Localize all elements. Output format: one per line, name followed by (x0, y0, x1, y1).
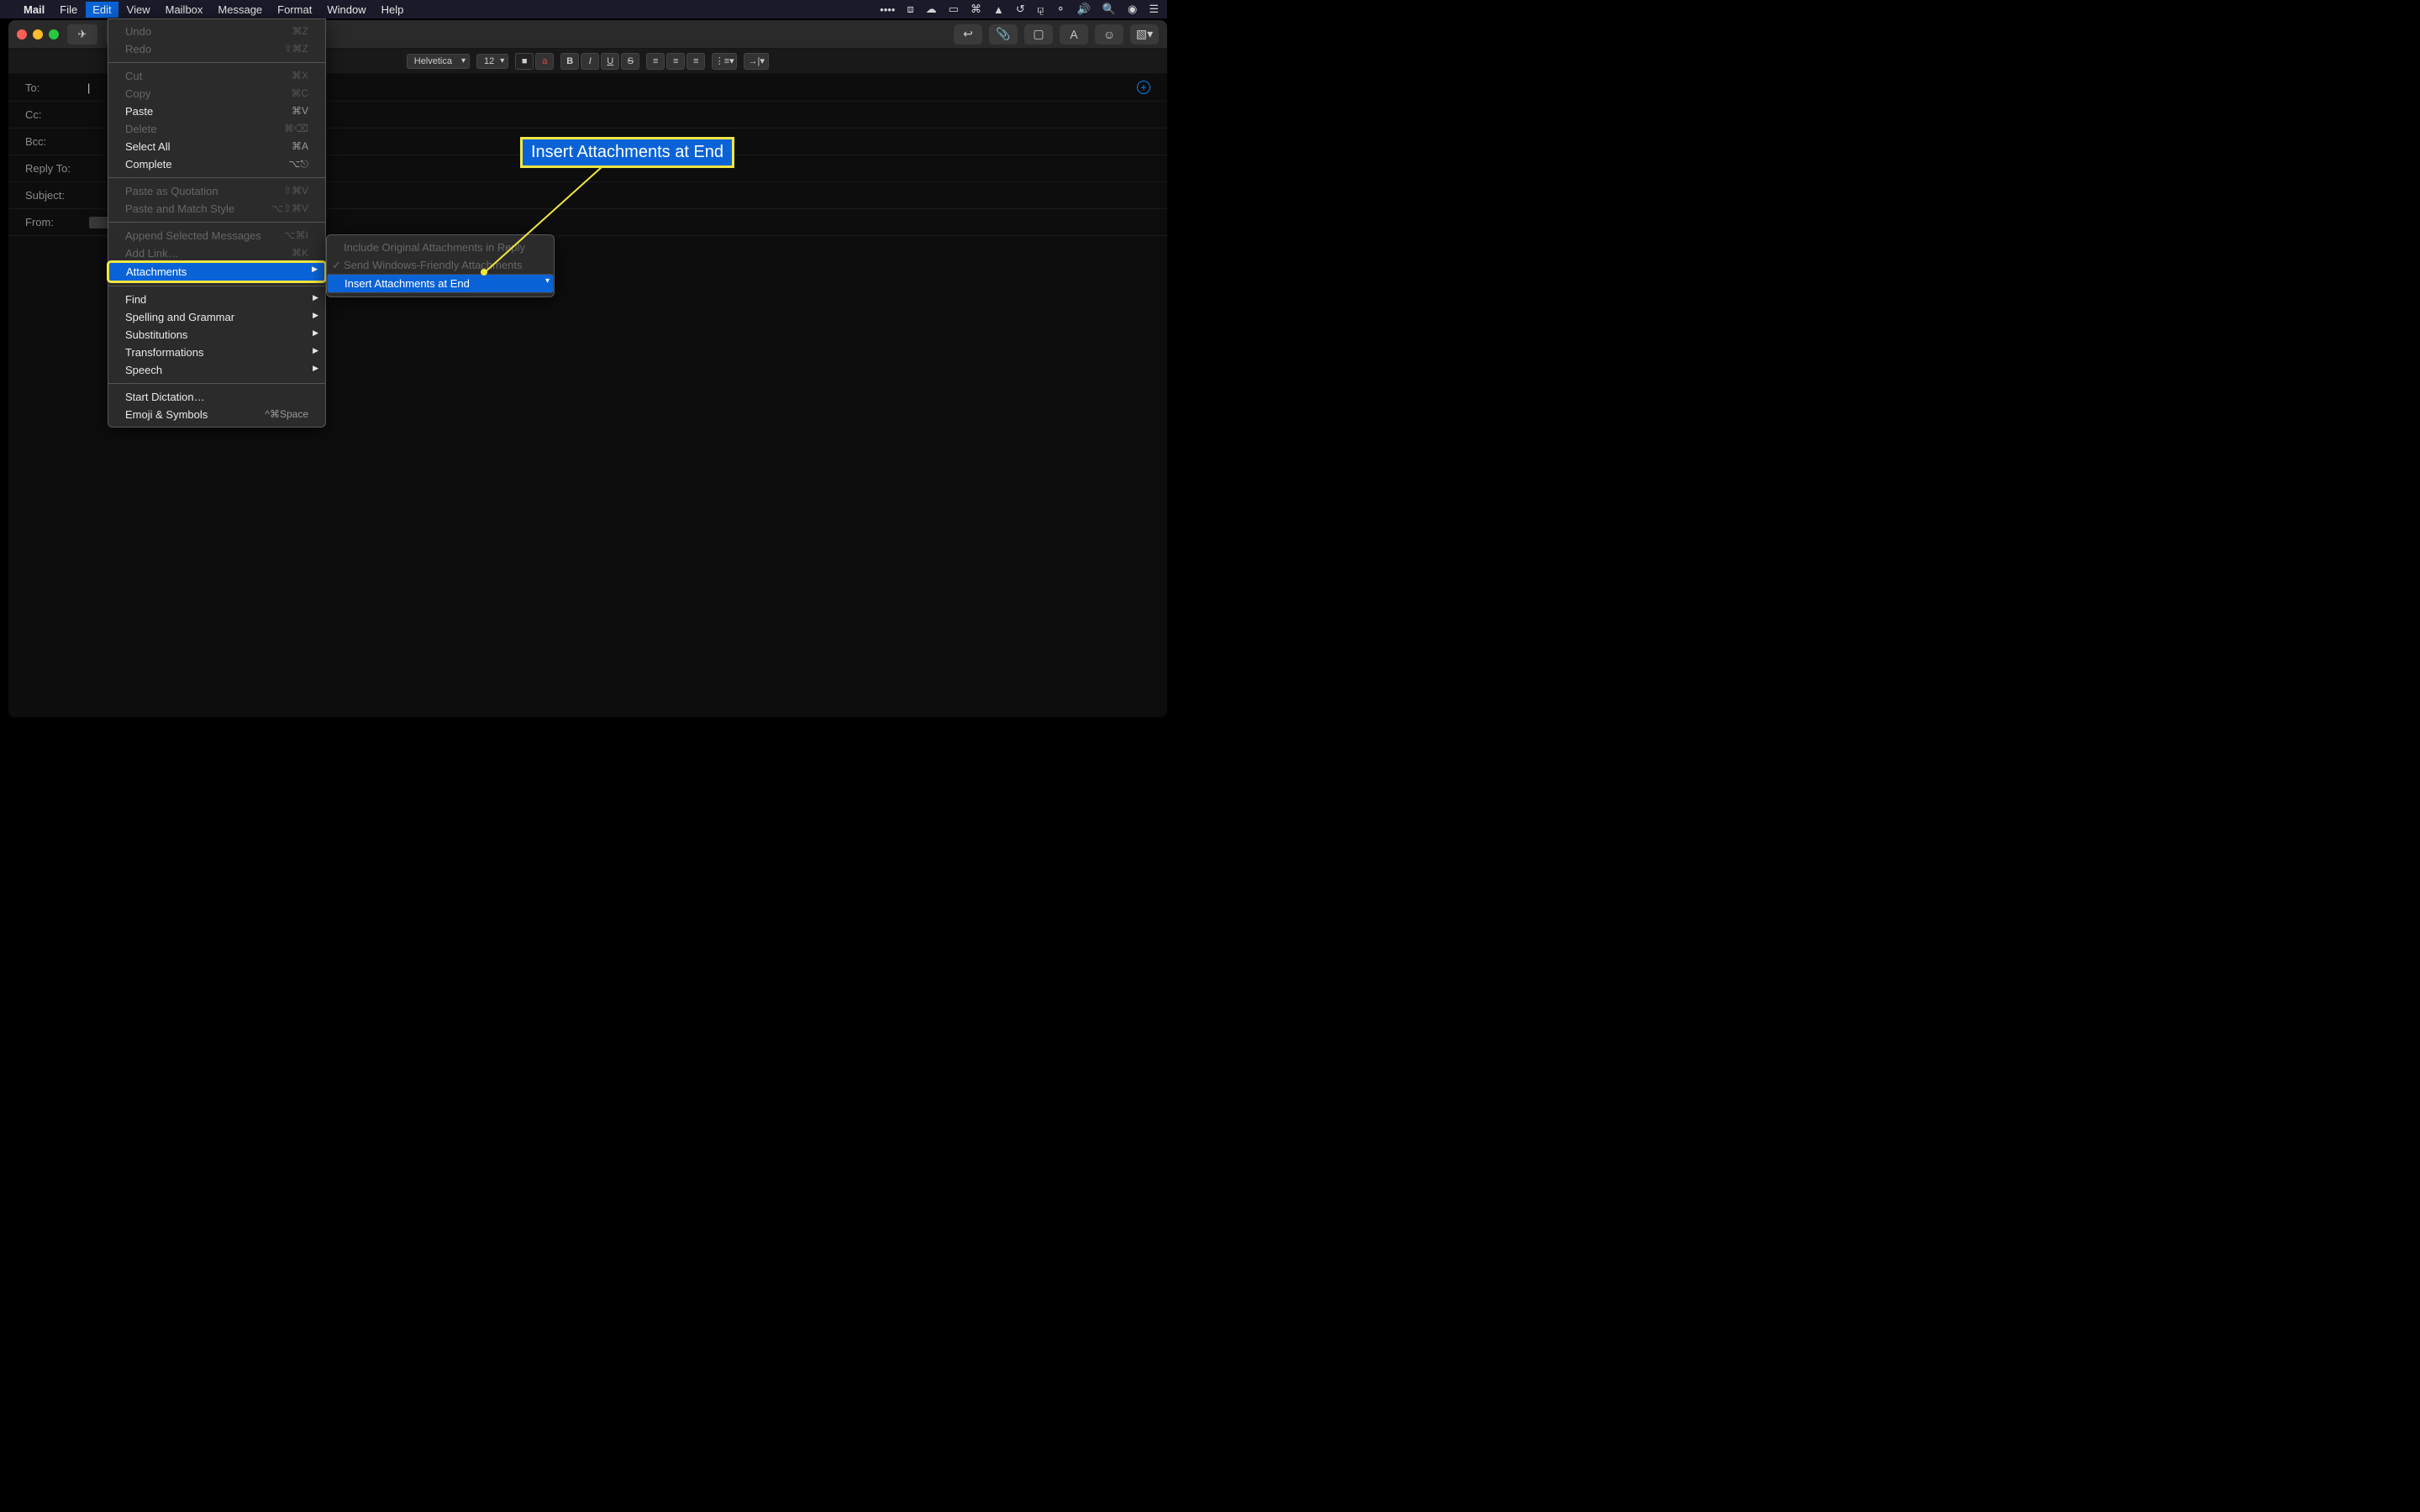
display-icon[interactable]: ▭ (949, 3, 959, 16)
align-center-button[interactable]: ≡ (666, 53, 685, 70)
notification-center-icon[interactable]: ☰ (1149, 3, 1159, 16)
markup-icon: ▧▾ (1136, 27, 1153, 41)
menu-copy[interactable]: Copy⌘C (108, 85, 325, 102)
cloud-icon[interactable]: ☁ (926, 3, 937, 16)
bcc-label: Bcc: (25, 135, 84, 148)
submenu-windows-friendly[interactable]: Send Windows-Friendly Attachments (327, 256, 554, 274)
menu-app[interactable]: Mail (24, 3, 45, 16)
dropbox-icon[interactable]: ⧈ (907, 3, 913, 16)
attachment-button[interactable]: 📎 (989, 24, 1018, 45)
submenu-insert-at-end[interactable]: Insert Attachments at End (327, 274, 554, 293)
siri-icon[interactable]: ◉ (1128, 3, 1137, 16)
edit-menu-dropdown: Undo⌘Z Redo⇧⌘Z Cut⌘X Copy⌘C Paste⌘V Dele… (108, 18, 326, 428)
menu-view[interactable]: View (127, 3, 150, 16)
list-button[interactable]: ⋮≡▾ (712, 53, 737, 70)
menu-substitutions[interactable]: Substitutions (108, 326, 325, 344)
bold-button[interactable]: B (560, 53, 579, 70)
menu-edit[interactable]: Edit (86, 2, 118, 18)
menu-delete[interactable]: Delete⌘⌫ (108, 120, 325, 138)
format-button[interactable]: A (1060, 24, 1088, 45)
menu-append-selected[interactable]: Append Selected Messages⌥⌘I (108, 227, 325, 244)
airplay-icon[interactable]: ▲ (993, 3, 1004, 16)
indent-button[interactable]: →|▾ (744, 53, 769, 70)
menu-message[interactable]: Message (218, 3, 262, 16)
underline-button[interactable]: U (601, 53, 619, 70)
menu-attachments[interactable]: Attachments (108, 262, 325, 281)
send-button[interactable]: ✈ (67, 24, 97, 45)
menu-complete[interactable]: Complete⌥⎋ (108, 155, 325, 173)
attachments-submenu: Include Original Attachments in Reply Se… (326, 234, 555, 297)
menu-spelling[interactable]: Spelling and Grammar (108, 308, 325, 326)
annotation-callout: Insert Attachments at End (520, 137, 734, 168)
wifi-icon[interactable]: ⚬ (1056, 3, 1065, 16)
menu-find[interactable]: Find (108, 291, 325, 308)
italic-button[interactable]: I (581, 53, 599, 70)
strike-button[interactable]: S (621, 53, 639, 70)
markup-button[interactable]: ▧▾ (1130, 24, 1159, 45)
subject-label: Subject: (25, 189, 84, 202)
menu-help[interactable]: Help (381, 3, 404, 16)
reply-button[interactable]: ↩ (954, 24, 982, 45)
menu-mailbox[interactable]: Mailbox (166, 3, 203, 16)
send-icon: ✈ (78, 28, 87, 41)
menu-start-dictation[interactable]: Start Dictation… (108, 388, 325, 406)
add-recipient-button[interactable]: + (1137, 81, 1150, 94)
timemachine-icon[interactable]: ↺ (1016, 3, 1025, 16)
bluetooth-icon[interactable]: ⚼ (1037, 3, 1044, 16)
menu-file[interactable]: File (60, 3, 77, 16)
menu-format[interactable]: Format (277, 3, 312, 16)
menu-window[interactable]: Window (327, 3, 366, 16)
volume-icon[interactable]: 🔊 (1077, 3, 1091, 16)
window-close-button[interactable] (17, 29, 27, 39)
font-size-select[interactable]: 12 (476, 54, 508, 69)
menu-select-all[interactable]: Select All⌘A (108, 138, 325, 155)
reply-icon: ↩ (963, 27, 973, 41)
window-minimize-button[interactable] (33, 29, 43, 39)
align-left-button[interactable]: ≡ (646, 53, 665, 70)
search-icon[interactable]: 🔍 (1102, 3, 1116, 16)
photo-icon: ▢ (1033, 27, 1044, 41)
format-icon: A (1070, 28, 1077, 41)
menu-paste-match-style[interactable]: Paste and Match Style⌥⇧⌘V (108, 200, 325, 218)
menu-cut[interactable]: Cut⌘X (108, 67, 325, 85)
emoji-button[interactable]: ☺ (1095, 24, 1123, 45)
menu-add-link[interactable]: Add Link…⌘K (108, 244, 325, 262)
menu-redo[interactable]: Redo⇧⌘Z (108, 40, 325, 58)
menubar: Mail File Edit View Mailbox Message Form… (0, 0, 1167, 18)
menu-emoji[interactable]: Emoji & Symbols^⌘Space (108, 406, 325, 423)
password-icon[interactable]: •••• (880, 3, 895, 16)
emoji-icon: ☺ (1103, 28, 1115, 41)
menu-undo[interactable]: Undo⌘Z (108, 23, 325, 40)
from-label: From: (25, 216, 84, 228)
cc-label: Cc: (25, 108, 84, 121)
paperclip-icon: 📎 (996, 27, 1010, 41)
menu-speech[interactable]: Speech (108, 361, 325, 379)
photo-browser-button[interactable]: ▢ (1024, 24, 1053, 45)
menu-paste-quotation[interactable]: Paste as Quotation⇧⌘V (108, 182, 325, 200)
font-family-select[interactable]: Helvetica (407, 54, 470, 69)
align-right-button[interactable]: ≡ (687, 53, 705, 70)
annotation-dot (481, 269, 487, 276)
cc-icon[interactable]: ⌘ (971, 3, 981, 16)
menu-transformations[interactable]: Transformations (108, 344, 325, 361)
window-zoom-button[interactable] (49, 29, 59, 39)
reply-to-label: Reply To: (25, 162, 84, 175)
to-label: To: (25, 81, 84, 94)
bg-color-button[interactable]: a (535, 53, 554, 70)
text-color-button[interactable]: ■ (515, 53, 534, 70)
menu-paste[interactable]: Paste⌘V (108, 102, 325, 120)
